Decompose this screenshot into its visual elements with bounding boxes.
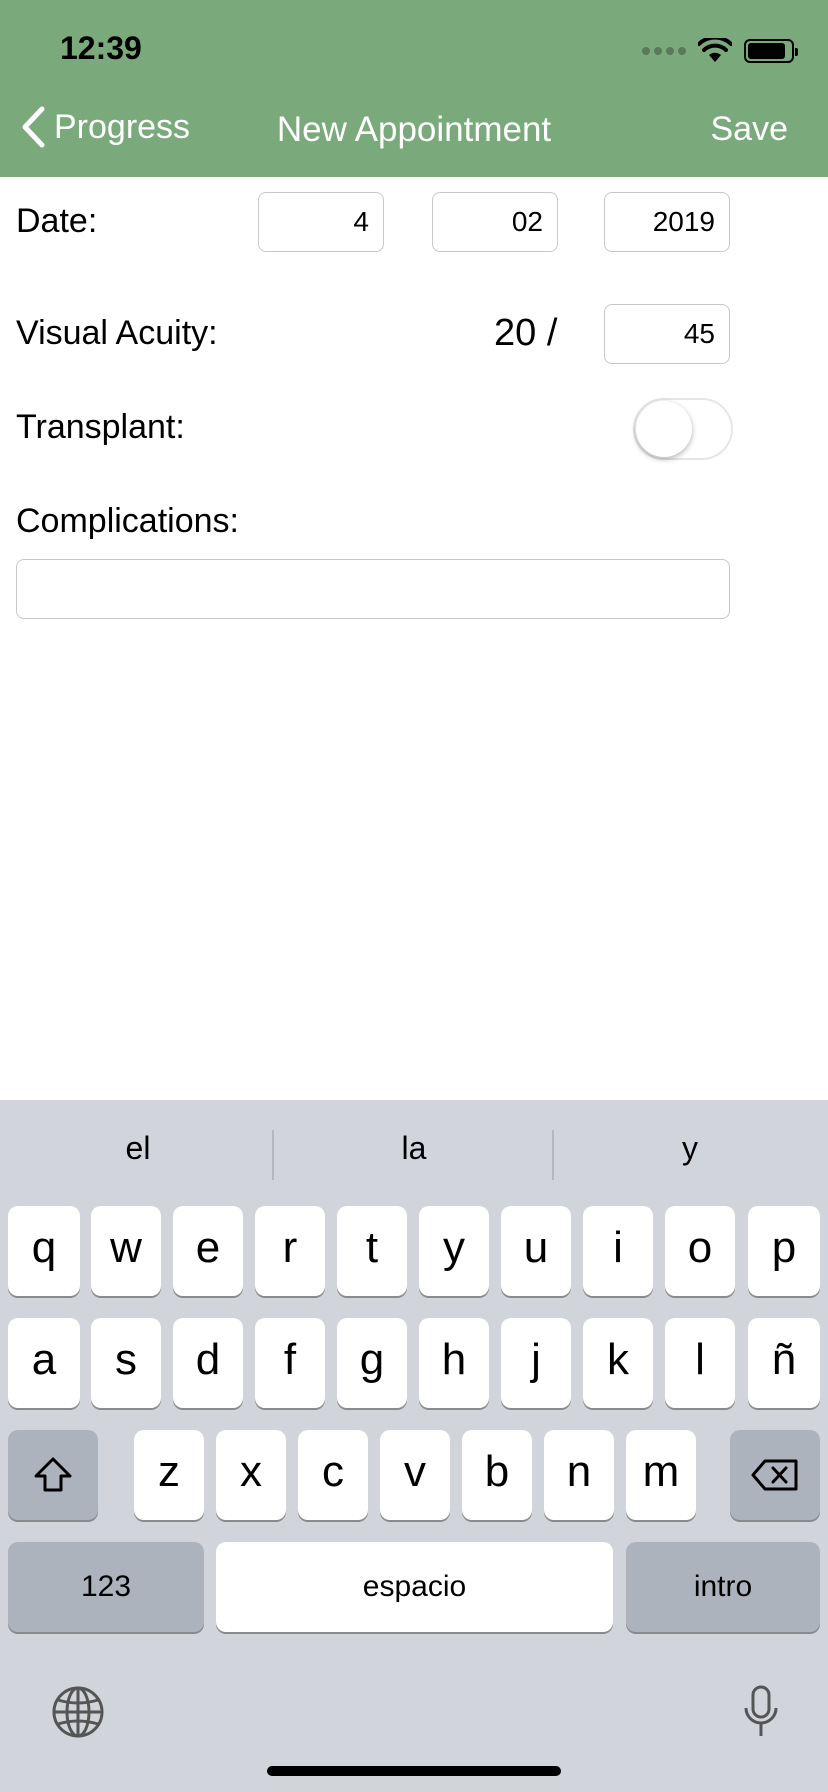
transplant-label: Transplant: xyxy=(16,408,185,446)
key-c[interactable]: c xyxy=(298,1430,368,1520)
key-a[interactable]: a xyxy=(8,1318,80,1408)
key-m[interactable]: m xyxy=(626,1430,696,1520)
key-l[interactable]: l xyxy=(665,1318,735,1408)
backspace-key[interactable] xyxy=(730,1430,820,1520)
key-w[interactable]: w xyxy=(91,1206,161,1296)
keyboard: el la y q w e r t y u i o p a s d f g h … xyxy=(0,1100,828,1792)
numbers-key[interactable]: 123 xyxy=(8,1542,204,1632)
key-k[interactable]: k xyxy=(583,1318,653,1408)
status-time: 12:39 xyxy=(60,30,142,66)
save-button[interactable]: Save xyxy=(711,110,789,149)
key-h[interactable]: h xyxy=(419,1318,489,1408)
return-key[interactable]: intro xyxy=(626,1542,820,1632)
visual-acuity-label: Visual Acuity: xyxy=(16,314,218,352)
suggestion-1[interactable]: el xyxy=(0,1130,276,1167)
toggle-knob xyxy=(636,401,692,457)
date-month-field[interactable]: 02 xyxy=(432,192,558,252)
backspace-icon xyxy=(751,1459,798,1491)
key-d[interactable]: d xyxy=(173,1318,243,1408)
shift-key[interactable] xyxy=(8,1430,98,1520)
space-key[interactable]: espacio xyxy=(216,1542,613,1632)
globe-icon[interactable] xyxy=(50,1684,106,1740)
suggestion-2[interactable]: la xyxy=(276,1130,552,1167)
key-r[interactable]: r xyxy=(255,1206,325,1296)
suggestion-divider xyxy=(272,1130,274,1180)
visual-acuity-field[interactable]: 45 xyxy=(604,304,730,364)
date-year-field[interactable]: 2019 xyxy=(604,192,730,252)
battery-icon xyxy=(744,39,798,63)
key-n[interactable]: n xyxy=(544,1430,614,1520)
key-i[interactable]: i xyxy=(583,1206,653,1296)
date-label: Date: xyxy=(16,202,98,240)
visual-acuity-prefix: 20 / xyxy=(494,312,558,354)
back-button-label: Progress xyxy=(54,107,191,146)
key-t[interactable]: t xyxy=(337,1206,407,1296)
complications-label: Complications: xyxy=(16,502,239,540)
cellular-signal-icon xyxy=(642,47,686,55)
wifi-icon xyxy=(698,38,732,62)
key-x[interactable]: x xyxy=(216,1430,286,1520)
suggestion-bar: el la y xyxy=(0,1100,828,1210)
transplant-toggle[interactable] xyxy=(633,398,733,460)
key-o[interactable]: o xyxy=(665,1206,735,1296)
key-q[interactable]: q xyxy=(8,1206,80,1296)
key-p[interactable]: p xyxy=(748,1206,820,1296)
key-z[interactable]: z xyxy=(134,1430,204,1520)
key-u[interactable]: u xyxy=(501,1206,571,1296)
microphone-icon[interactable] xyxy=(741,1684,781,1740)
chevron-left-icon xyxy=(22,106,45,148)
navigation-header: 12:39 Progress New Appointment Save xyxy=(0,0,828,177)
key-f[interactable]: f xyxy=(255,1318,325,1408)
key-b[interactable]: b xyxy=(462,1430,532,1520)
date-day-field[interactable]: 4 xyxy=(258,192,384,252)
key-j[interactable]: j xyxy=(501,1318,571,1408)
key-s[interactable]: s xyxy=(91,1318,161,1408)
key-n-tilde[interactable]: ñ xyxy=(748,1318,820,1408)
key-y[interactable]: y xyxy=(419,1206,489,1296)
home-indicator xyxy=(267,1766,561,1776)
key-e[interactable]: e xyxy=(173,1206,243,1296)
key-g[interactable]: g xyxy=(337,1318,407,1408)
complications-field[interactable] xyxy=(16,559,730,619)
suggestion-3[interactable]: y xyxy=(552,1130,828,1167)
status-icons xyxy=(642,36,798,66)
back-button[interactable]: Progress xyxy=(20,106,190,148)
key-v[interactable]: v xyxy=(380,1430,450,1520)
shift-icon xyxy=(34,1457,72,1492)
